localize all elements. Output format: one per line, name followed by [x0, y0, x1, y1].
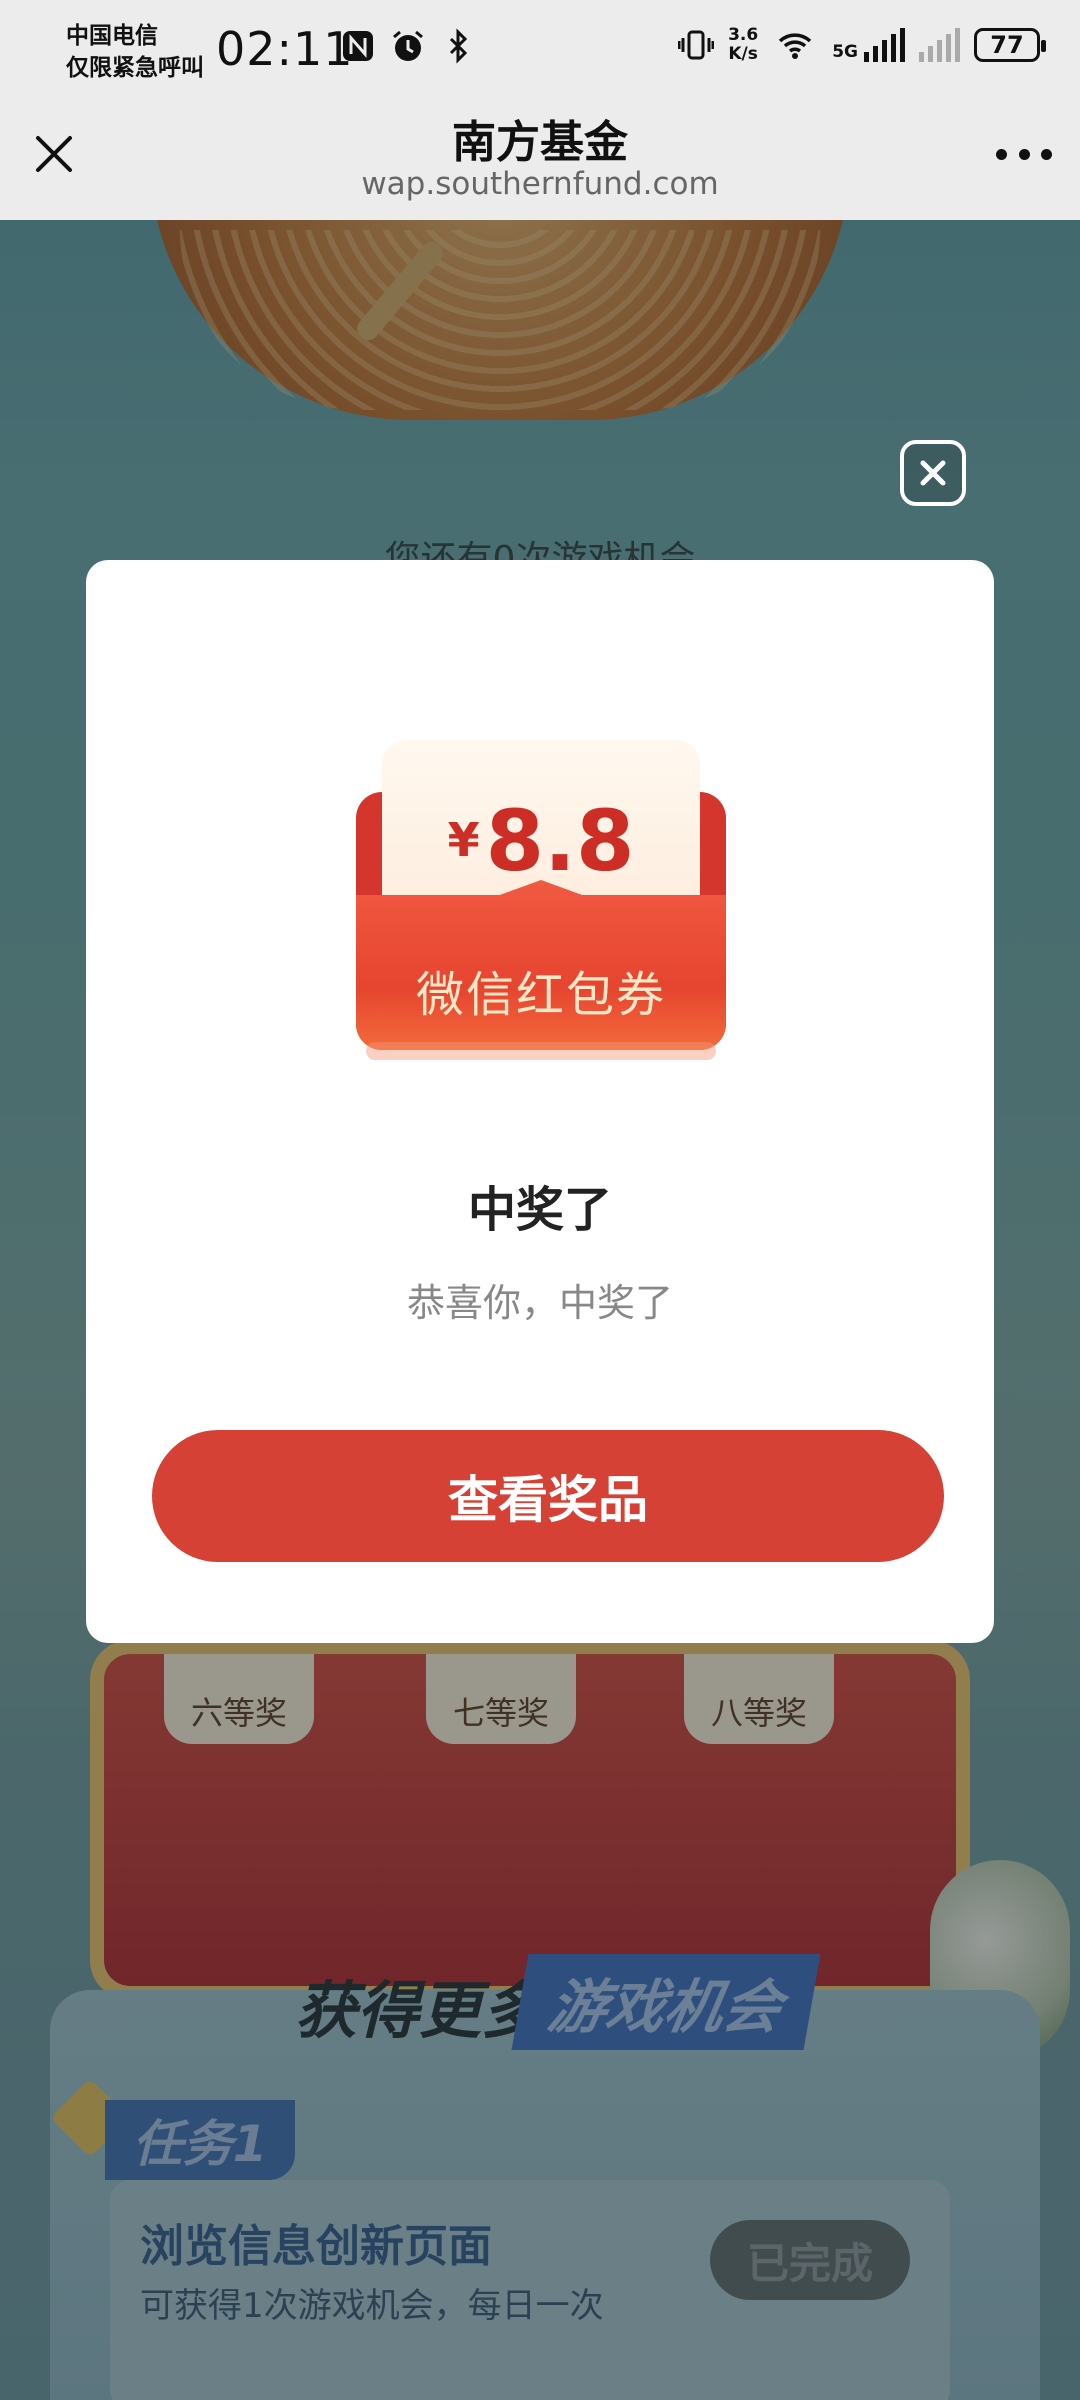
status-icons-right: 3.6 K/s 5G 77	[678, 26, 1046, 64]
prize-dialog: ¥8.8 微信红包券 中奖了 恭喜你，中奖了 查看奖品	[86, 560, 994, 1643]
status-icons-left	[340, 28, 476, 64]
coupon-amount: ¥8.8	[382, 792, 700, 890]
signal-icon: 5G	[832, 28, 905, 62]
bluetooth-icon	[449, 28, 468, 64]
wifi-icon	[779, 33, 812, 59]
carrier-info: 中国电信 仅限紧急呼叫	[66, 20, 204, 84]
carrier-name: 中国电信	[66, 23, 158, 49]
browser-navbar: 南方基金 wap.southernfund.com	[0, 96, 1080, 220]
emergency-only-text: 仅限紧急呼叫	[66, 55, 204, 81]
status-bar: 中国电信 仅限紧急呼叫 02:11 3.6 K/s 5G 77	[0, 0, 1080, 96]
view-prize-button[interactable]: 查看奖品	[152, 1430, 944, 1562]
dialog-subtitle: 恭喜你，中奖了	[406, 1281, 673, 1325]
battery-level: 77	[990, 31, 1024, 59]
currency-symbol: ¥	[447, 813, 480, 867]
network-speed-unit: K/s	[728, 44, 758, 64]
close-icon	[920, 460, 946, 486]
dialog-title: 中奖了	[467, 1182, 612, 1238]
network-speed-value: 3.6	[728, 25, 759, 45]
coupon-shadow	[366, 1042, 716, 1060]
coupon-value: 8.8	[485, 792, 635, 890]
vibrate-icon	[678, 30, 715, 60]
battery-icon: 77	[974, 28, 1046, 62]
more-icon[interactable]	[996, 146, 1052, 162]
network-type: 5G	[832, 42, 858, 62]
coupon-label: 微信红包券	[415, 967, 666, 1023]
signal-no-service-icon	[919, 28, 960, 62]
wechat-red-envelope-coupon: ¥8.8 微信红包券	[356, 740, 726, 1070]
page-url: wap.southernfund.com	[361, 166, 719, 202]
network-speed: 3.6 K/s	[728, 26, 758, 64]
alarm-icon	[393, 30, 423, 61]
nfc-icon	[343, 31, 373, 61]
clock: 02:11	[216, 22, 354, 76]
modal-close-button[interactable]	[900, 440, 966, 506]
page-title: 南方基金	[452, 117, 628, 168]
